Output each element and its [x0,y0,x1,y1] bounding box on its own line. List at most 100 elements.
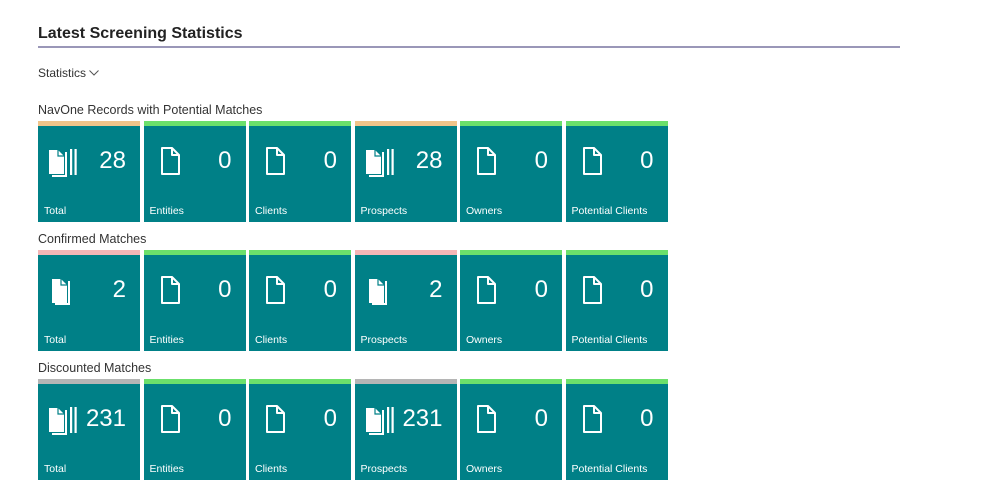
tile-value: 0 [323,405,337,432]
tile-clients[interactable]: 0 Clients [249,121,351,222]
tile-value: 0 [323,147,337,174]
tile-entities[interactable]: 0 Entities [143,379,246,480]
document-icon [266,405,285,433]
tile-label: Clients [255,334,288,346]
tile-label: Total [44,334,67,346]
tile-value: 0 [323,276,337,303]
statistics-label: Statistics [38,66,87,80]
tile-label: Prospects [360,205,408,217]
tile-body: 0 Entities [143,384,246,480]
tile-value: 0 [640,147,654,174]
tile-total[interactable]: 28 Total [38,121,140,222]
tile-owners[interactable]: 0 Owners [460,379,562,480]
tile-label: Owners [466,205,503,217]
tile-body: 0 Clients [249,255,351,351]
tile-entities[interactable]: 0 Entities [143,121,246,222]
tile-value: 0 [218,276,232,303]
double-document-icon [368,279,387,305]
document-icon [477,276,496,304]
tile-body: 231 Prospects [354,384,457,480]
tile-row-confirmed-matches: 2 Total 0 Entities 0 Clients 2 Prospects 0 Owners… [38,250,670,351]
tile-owners[interactable]: 0 Owners [460,250,562,351]
tile-body: 0 Clients [249,384,351,480]
document-icon [160,405,180,433]
tile-body: 0 Entities [143,126,246,222]
tile-body: 0 Clients [249,126,351,222]
tile-potential-clients[interactable]: 0 Potential Clients [565,250,668,351]
tile-total[interactable]: 2 Total [38,250,140,351]
document-icon [266,276,285,304]
tile-label: Potential Clients [571,463,648,475]
tile-value: 0 [534,276,548,303]
tile-label: Total [44,463,67,475]
document-icon [477,405,496,433]
tile-value: 28 [99,147,126,174]
tile-row-discounted-matches: 231 Total 0 Entities 0 Clients 231 Prospects 0 Ow… [38,379,670,480]
tile-label: Prospects [360,334,408,346]
tile-body: 2 Prospects [354,255,457,351]
document-icon [160,276,180,304]
tile-body: 0 Owners [460,384,562,480]
section-label-discounted-matches: Discounted Matches [38,361,152,375]
tile-potential-clients[interactable]: 0 Potential Clients [565,121,668,222]
document-icon [266,147,285,175]
double-document-icon [52,279,70,305]
tile-value: 0 [534,147,548,174]
multi-document-icon [49,149,77,177]
tile-value: 0 [640,405,654,432]
title-divider [38,46,900,48]
tile-value: 2 [429,276,443,303]
tile-prospects[interactable]: 231 Prospects [354,379,457,480]
tile-label: Total [44,205,67,217]
document-icon [160,147,180,175]
tile-label: Potential Clients [571,334,648,346]
tile-label: Clients [255,205,288,217]
tile-body: 231 Total [38,384,140,480]
tile-entities[interactable]: 0 Entities [143,250,246,351]
page-title: Latest Screening Statistics [38,25,243,42]
tile-value: 231 [402,405,443,432]
section-label-confirmed-matches: Confirmed Matches [38,232,147,246]
tile-value: 231 [85,405,126,432]
multi-document-icon [49,407,77,435]
tile-body: 0 Potential Clients [565,384,668,480]
document-icon [582,405,602,433]
tile-clients[interactable]: 0 Clients [249,250,351,351]
tile-body: 0 Entities [143,255,246,351]
tile-value: 0 [534,405,548,432]
tile-label: Owners [466,463,503,475]
tile-label: Clients [255,463,288,475]
tile-row-potential-matches: 28 Total 0 Entities 0 Clients 28 Prospects 0 Owne… [38,121,670,222]
tile-prospects[interactable]: 2 Prospects [354,250,457,351]
tile-label: Owners [466,334,503,346]
tile-label: Potential Clients [571,205,648,217]
tile-body: 0 Potential Clients [565,126,668,222]
tile-prospects[interactable]: 28 Prospects [354,121,457,222]
tile-value: 28 [415,147,443,174]
document-icon [582,276,602,304]
multi-document-icon [365,149,394,177]
tile-value: 0 [640,276,654,303]
tile-label: Entities [149,205,184,217]
tile-body: 28 Total [38,126,140,222]
document-icon [582,147,602,175]
tile-body: 0 Owners [460,255,562,351]
document-icon [477,147,496,175]
tile-body: 0 Owners [460,126,562,222]
section-label-potential-matches: NavOne Records with Potential Matches [38,103,263,117]
statistics-toggle[interactable]: Statistics [38,66,99,80]
tile-clients[interactable]: 0 Clients [249,379,351,480]
chevron-down-icon [89,70,99,76]
tile-label: Entities [149,463,184,475]
tile-value: 0 [218,147,232,174]
tile-body: 2 Total [38,255,140,351]
tile-body: 0 Potential Clients [565,255,668,351]
tile-label: Prospects [360,463,408,475]
tile-label: Entities [149,334,184,346]
tile-value: 2 [112,276,126,303]
tile-total[interactable]: 231 Total [38,379,140,480]
tile-value: 0 [218,405,232,432]
tile-body: 28 Prospects [354,126,457,222]
tile-owners[interactable]: 0 Owners [460,121,562,222]
tile-potential-clients[interactable]: 0 Potential Clients [565,379,668,480]
